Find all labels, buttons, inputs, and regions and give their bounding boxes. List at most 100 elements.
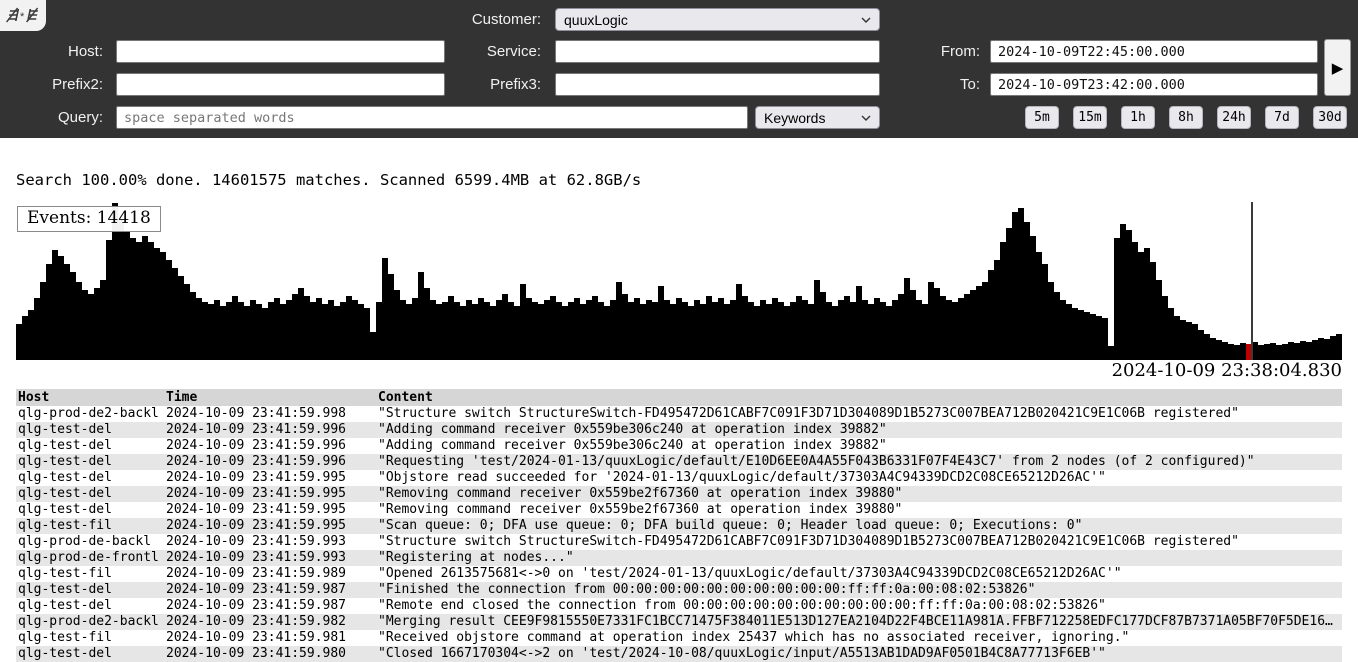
histogram-bars <box>16 202 1342 360</box>
events-histogram[interactable]: Events: 14418 <box>16 202 1342 360</box>
row-content: "Removing command receiver 0x559be2f6736… <box>378 486 1342 502</box>
row-host: qlg-test-del <box>16 582 166 598</box>
service-label: Service: <box>441 40 541 63</box>
host-input[interactable] <box>116 40 445 63</box>
run-search-button[interactable]: ▶ <box>1324 39 1351 96</box>
table-row: qlg-test-del 2024-10-09 23:41:59.996 "Ad… <box>16 438 1342 454</box>
from-label: From: <box>880 40 980 63</box>
row-time: 2024-10-09 23:41:59.995 <box>166 470 378 486</box>
table-header-row: Host Time Content <box>16 389 1342 406</box>
histogram-bar <box>1336 334 1342 360</box>
row-content: "Merging result CEE9F9815550E7331FC1BCC7… <box>378 614 1342 630</box>
events-count-badge: Events: 14418 <box>17 206 161 232</box>
log-search-app: * Customer: quuxLogic Host: Service: Fro… <box>0 0 1358 662</box>
prefix3-label: Prefix3: <box>441 73 541 96</box>
row-time: 2024-10-09 23:41:59.995 <box>166 502 378 518</box>
chevron-down-icon <box>861 17 871 23</box>
row-content: "Adding command receiver 0x559be306c240 … <box>378 422 1342 438</box>
row-content: "Adding command receiver 0x559be306c240 … <box>378 438 1342 454</box>
svg-text:*: * <box>20 11 25 23</box>
table-row: qlg-test-del 2024-10-09 23:41:59.987 "Re… <box>16 598 1342 614</box>
range-button-5m[interactable]: 5m <box>1025 106 1059 129</box>
row-host: qlg-test-del <box>16 502 166 518</box>
table-row: qlg-prod-de-frontl 2024-10-09 23:41:59.9… <box>16 550 1342 566</box>
to-label: To: <box>880 73 980 96</box>
column-header-time: Time <box>166 389 378 406</box>
row-host: qlg-test-del <box>16 454 166 470</box>
column-header-content: Content <box>378 389 1342 406</box>
row-host: qlg-test-del <box>16 598 166 614</box>
row-content: "Structure switch StructureSwitch-FD4954… <box>378 534 1342 550</box>
table-row: qlg-prod-de2-backl 2024-10-09 23:41:59.9… <box>16 614 1342 630</box>
row-time: 2024-10-09 23:41:59.987 <box>166 598 378 614</box>
table-row: qlg-test-fil 2024-10-09 23:41:59.981 "Re… <box>16 630 1342 646</box>
chevron-down-icon <box>861 115 871 121</box>
from-time-input[interactable] <box>990 40 1318 63</box>
row-time: 2024-10-09 23:41:59.995 <box>166 518 378 534</box>
play-icon: ▶ <box>1332 59 1344 77</box>
row-content: "Closed 1667170304<->2 on 'test/2024-10-… <box>378 646 1342 662</box>
range-button-24h[interactable]: 24h <box>1217 106 1251 129</box>
toolbar: * Customer: quuxLogic Host: Service: Fro… <box>0 0 1358 138</box>
row-host: qlg-test-fil <box>16 518 166 534</box>
row-content: "Requesting 'test/2024-01-13/quuxLogic/d… <box>378 454 1342 470</box>
time-range-buttons: 5m 15m 1h 8h 24h 7d 30d <box>1025 106 1347 129</box>
table-row: qlg-test-del 2024-10-09 23:41:59.995 "Re… <box>16 502 1342 518</box>
table-body: qlg-prod-de2-backl 2024-10-09 23:41:59.9… <box>16 406 1342 662</box>
row-time: 2024-10-09 23:41:59.998 <box>166 406 378 422</box>
query-mode-select[interactable]: Keywords <box>755 106 880 129</box>
row-host: qlg-test-del <box>16 438 166 454</box>
query-mode-selected-value: Keywords <box>764 110 825 126</box>
customer-selected-value: quuxLogic <box>564 12 628 28</box>
row-content: "Remote end closed the connection from 0… <box>378 598 1342 614</box>
service-input[interactable] <box>555 40 880 63</box>
row-time: 2024-10-09 23:41:59.987 <box>166 582 378 598</box>
row-content: "Finished the connection from 00:00:00:0… <box>378 582 1342 598</box>
table-row: qlg-test-del 2024-10-09 23:41:59.987 "Fi… <box>16 582 1342 598</box>
row-time: 2024-10-09 23:41:59.982 <box>166 614 378 630</box>
row-time: 2024-10-09 23:41:59.980 <box>166 646 378 662</box>
row-host: qlg-test-fil <box>16 566 166 582</box>
table-row: qlg-test-del 2024-10-09 23:41:59.995 "Re… <box>16 486 1342 502</box>
table-row: qlg-test-del 2024-10-09 23:41:59.996 "Re… <box>16 454 1342 470</box>
range-button-1h[interactable]: 1h <box>1121 106 1155 129</box>
row-content: "Scan queue: 0; DFA use queue: 0; DFA bu… <box>378 518 1342 534</box>
query-input[interactable] <box>116 106 748 129</box>
row-time: 2024-10-09 23:41:59.996 <box>166 454 378 470</box>
to-time-input[interactable] <box>990 73 1318 96</box>
range-button-7d[interactable]: 7d <box>1265 106 1299 129</box>
table-row: qlg-test-fil 2024-10-09 23:41:59.989 "Op… <box>16 566 1342 582</box>
range-button-8h[interactable]: 8h <box>1169 106 1203 129</box>
row-time: 2024-10-09 23:41:59.996 <box>166 422 378 438</box>
prefix2-input[interactable] <box>116 73 445 96</box>
row-host: qlg-test-del <box>16 486 166 502</box>
table-row: qlg-test-del 2024-10-09 23:41:59.996 "Ad… <box>16 422 1342 438</box>
histogram-cursor-line[interactable] <box>1251 202 1253 360</box>
column-header-host: Host <box>16 389 166 406</box>
table-row: qlg-prod-de-backl 2024-10-09 23:41:59.99… <box>16 534 1342 550</box>
row-time: 2024-10-09 23:41:59.989 <box>166 566 378 582</box>
cursor-timestamp: 2024-10-09 23:38:04.830 <box>16 360 1342 381</box>
prefix3-input[interactable] <box>555 73 880 96</box>
customer-select[interactable]: quuxLogic <box>555 8 880 31</box>
row-content: "Received objstore command at operation … <box>378 630 1342 646</box>
row-host: qlg-test-del <box>16 646 166 662</box>
host-label: Host: <box>3 40 103 63</box>
row-host: qlg-prod-de-backl <box>16 534 166 550</box>
row-time: 2024-10-09 23:41:59.995 <box>166 486 378 502</box>
search-status-text: Search 100.00% done. 14601575 matches. S… <box>16 171 641 189</box>
range-button-30d[interactable]: 30d <box>1313 106 1347 129</box>
app-logo[interactable]: * <box>0 0 46 31</box>
app-logo-icon: * <box>6 6 40 26</box>
range-button-15m[interactable]: 15m <box>1073 106 1107 129</box>
table-row: qlg-test-fil 2024-10-09 23:41:59.995 "Sc… <box>16 518 1342 534</box>
row-host: qlg-test-del <box>16 422 166 438</box>
row-content: "Objstore read succeeded for '2024-01-13… <box>378 470 1342 486</box>
query-label: Query: <box>3 106 103 129</box>
row-host: qlg-prod-de-frontl <box>16 550 166 566</box>
row-time: 2024-10-09 23:41:59.996 <box>166 438 378 454</box>
row-time: 2024-10-09 23:41:59.981 <box>166 630 378 646</box>
row-time: 2024-10-09 23:41:59.993 <box>166 550 378 566</box>
row-content: "Registering at nodes..." <box>378 550 1342 566</box>
row-host: qlg-prod-de2-backl <box>16 614 166 630</box>
